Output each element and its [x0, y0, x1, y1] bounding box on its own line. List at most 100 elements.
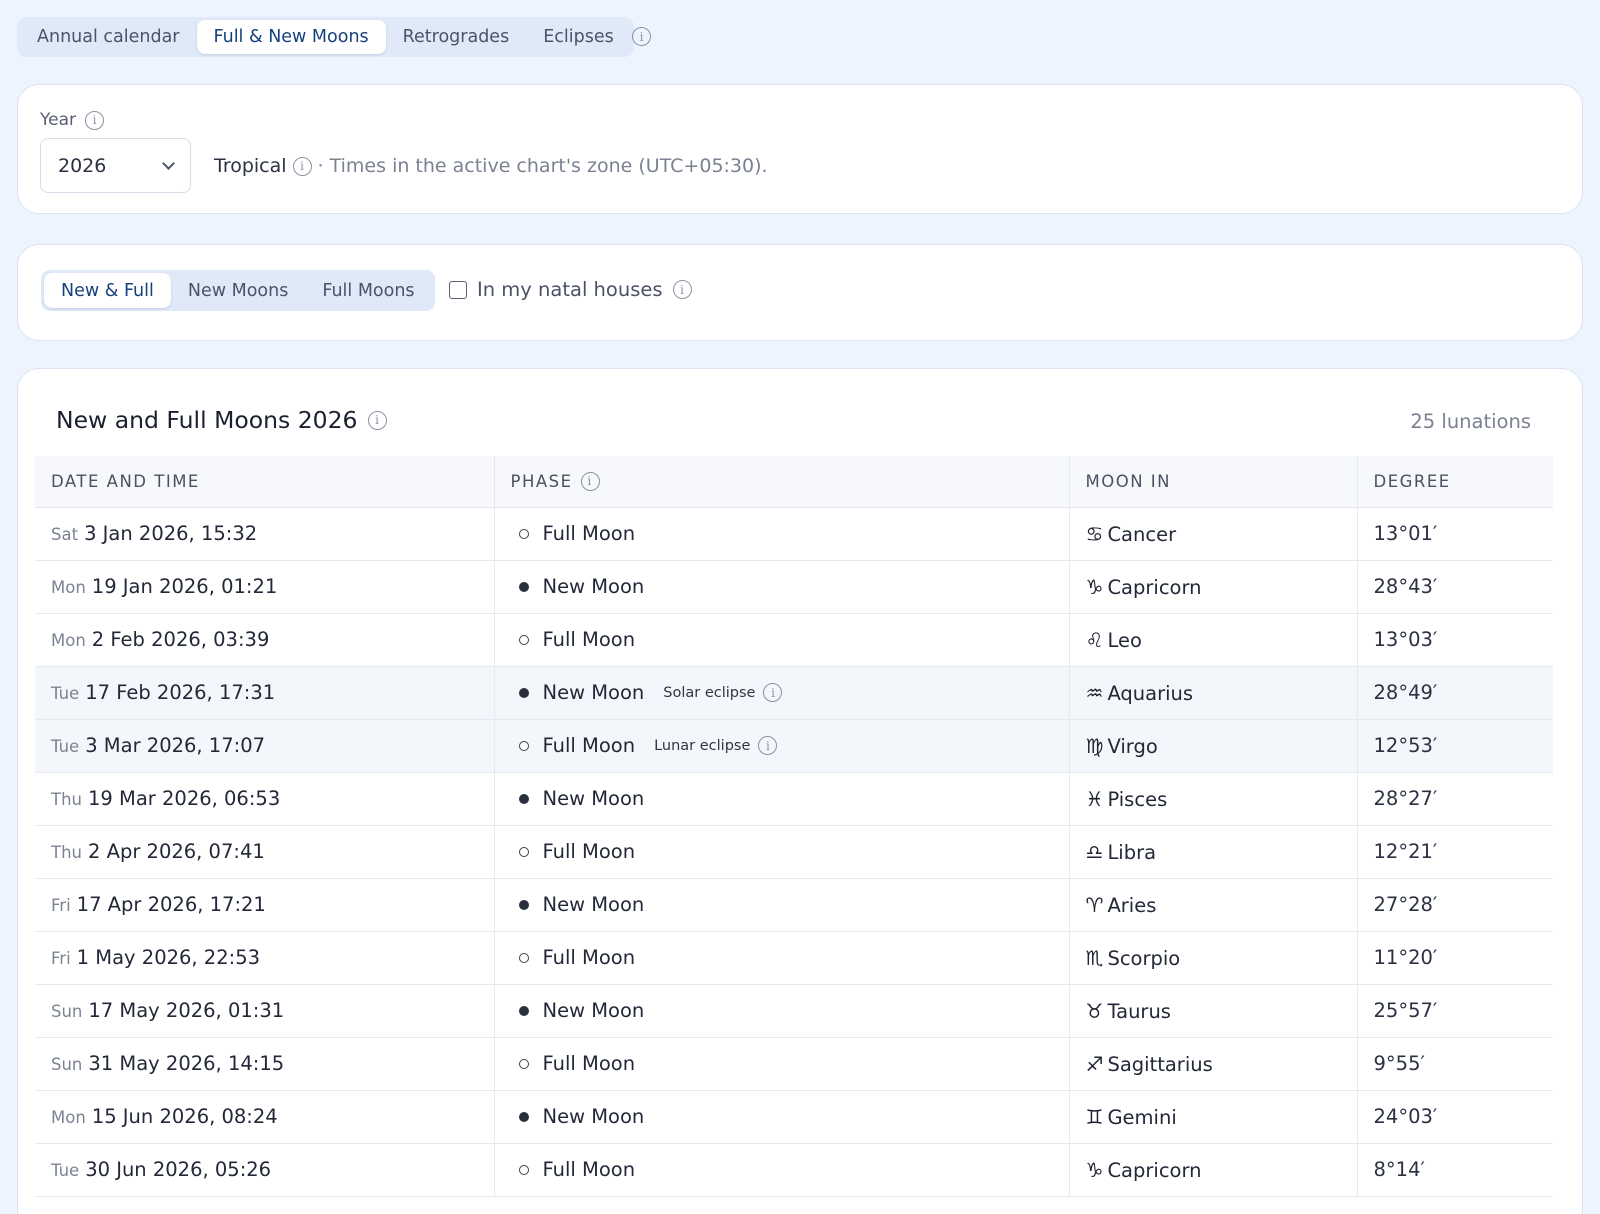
- phase-cell: New Moon: [493, 772, 1069, 826]
- degree-cell: 12°53′: [1356, 719, 1553, 773]
- weekday: Sun: [51, 1055, 83, 1074]
- zodiac-line: Tropical i · Times in the active chart's…: [214, 155, 768, 177]
- tab-eclipses[interactable]: Eclipses: [526, 20, 631, 54]
- phase-cell: New Moon: [493, 1090, 1069, 1144]
- degree-cell: 12°21′: [1356, 825, 1553, 879]
- zodiac-sign-icon: ♑: [1085, 574, 1104, 599]
- table-row[interactable]: Thu 19 Mar 2026, 06:53 New Moon ♓ Pisces 28°2…: [35, 772, 1553, 826]
- weekday: Mon: [51, 578, 86, 597]
- sign-name: Taurus: [1107, 999, 1171, 1023]
- weekday: Tue: [51, 1161, 80, 1180]
- year-label-row: Year i: [40, 110, 104, 130]
- degree-value: 28°49′: [1373, 681, 1438, 704]
- phase-cell: New Moon Solar eclipse i: [493, 666, 1069, 720]
- zodiac-sign-icon: ♐: [1085, 1051, 1104, 1076]
- eclipse-tag: Lunar eclipse i: [654, 736, 778, 755]
- natal-houses-label: In my natal houses: [477, 278, 663, 301]
- table-row[interactable]: Tue 3 Mar 2026, 17:07 Full Moon Lunar eclip…: [35, 719, 1553, 773]
- date-time: 19 Jan 2026, 01:21: [91, 575, 278, 598]
- degree-value: 27°28′: [1373, 893, 1438, 916]
- table-row[interactable]: Fri 17 Apr 2026, 17:21 New Moon ♈ Aries 27°28…: [35, 878, 1553, 932]
- table-row[interactable]: Sun 31 May 2026, 14:15 Full Moon ♐ Sagittari…: [35, 1037, 1553, 1091]
- filter-new-moons[interactable]: New Moons: [171, 273, 305, 308]
- eclipse-label: Solar eclipse: [663, 684, 756, 701]
- date-time: 17 Apr 2026, 17:21: [76, 893, 266, 916]
- sign-cell: ♎ Libra: [1068, 825, 1357, 879]
- filter-card: New & Full New Moons Full Moons In my na…: [17, 244, 1583, 341]
- sign-name: Aries: [1107, 893, 1157, 917]
- weekday: Sun: [51, 1002, 83, 1021]
- table-row[interactable]: Mon 19 Jan 2026, 01:21 New Moon ♑ Capricorn 2…: [35, 560, 1553, 614]
- header-phase[interactable]: PHASE i: [493, 456, 1069, 508]
- natal-houses-checkbox[interactable]: [449, 280, 467, 299]
- phase-label: New Moon: [542, 575, 645, 598]
- weekday: Mon: [51, 1108, 86, 1127]
- title-info-icon[interactable]: i: [367, 410, 387, 430]
- phase-cell: Full Moon: [493, 1143, 1069, 1197]
- sign-name: Gemini: [1107, 1105, 1177, 1129]
- year-label: Year: [40, 110, 76, 130]
- year-info-icon[interactable]: i: [85, 110, 104, 130]
- phase-label: New Moon: [542, 893, 645, 916]
- new-moon-icon: [518, 1005, 529, 1016]
- tab-full-new-moons[interactable]: Full & New Moons: [196, 20, 386, 54]
- sign-name: Sagittarius: [1107, 1052, 1213, 1076]
- sign-name: Capricorn: [1107, 1158, 1202, 1182]
- table-row[interactable]: Mon 2 Feb 2026, 03:39 Full Moon ♌ Leo 13°03′: [35, 613, 1553, 667]
- full-moon-icon: [518, 528, 529, 539]
- year-select[interactable]: 2026: [40, 138, 191, 193]
- date-cell: Mon 15 Jun 2026, 08:24: [35, 1090, 494, 1144]
- date-cell: Fri 17 Apr 2026, 17:21: [35, 878, 494, 932]
- date-cell: Tue 17 Feb 2026, 17:31: [35, 666, 494, 720]
- table-row[interactable]: Mon 15 Jun 2026, 08:24 New Moon ♊ Gemini 24°0…: [35, 1090, 1553, 1144]
- phase-cell: Full Moon: [493, 613, 1069, 667]
- degree-value: 13°01′: [1373, 522, 1438, 545]
- date-time: 31 May 2026, 14:15: [88, 1052, 285, 1075]
- date-cell: Mon 2 Feb 2026, 03:39: [35, 613, 494, 667]
- degree-value: 28°27′: [1373, 787, 1438, 810]
- table-row[interactable]: Tue 30 Jun 2026, 05:26 Full Moon ♑ Capricorn…: [35, 1143, 1553, 1197]
- table-row[interactable]: Thu 2 Apr 2026, 07:41 Full Moon ♎ Libra 12°21…: [35, 825, 1553, 879]
- lunations-table: DATE AND TIME PHASE i MOON IN DEGREE Sat 3…: [35, 456, 1553, 1197]
- filter-full-moons[interactable]: Full Moons: [305, 273, 431, 308]
- phase-info-icon[interactable]: i: [580, 471, 600, 491]
- date-cell: Tue 30 Jun 2026, 05:26: [35, 1143, 494, 1197]
- header-degree[interactable]: DEGREE: [1356, 456, 1553, 508]
- new-moon-icon: [518, 793, 529, 804]
- filter-tab-bar: New & Full New Moons Full Moons: [41, 270, 435, 311]
- degree-cell: 27°28′: [1356, 878, 1553, 932]
- degree-value: 13°03′: [1373, 628, 1438, 651]
- table-row[interactable]: Sat 3 Jan 2026, 15:32 Full Moon ♋ Cancer 13°0…: [35, 507, 1553, 561]
- sign-cell: ♍ Virgo: [1068, 719, 1357, 773]
- full-moon-icon: [518, 634, 529, 645]
- sign-name: Cancer: [1107, 522, 1177, 546]
- date-time: 15 Jun 2026, 08:24: [91, 1105, 278, 1128]
- tabs-info-icon[interactable]: i: [632, 27, 651, 46]
- phase-cell: New Moon: [493, 984, 1069, 1038]
- sign-cell: ♈ Aries: [1068, 878, 1357, 932]
- table-row[interactable]: Fri 1 May 2026, 22:53 Full Moon ♏ Scorpio 11°…: [35, 931, 1553, 985]
- phase-label: Full Moon: [542, 840, 636, 863]
- full-moon-icon: [518, 1164, 529, 1175]
- filter-new-full[interactable]: New & Full: [44, 273, 171, 308]
- degree-cell: 28°49′: [1356, 666, 1553, 720]
- table-body: Sat 3 Jan 2026, 15:32 Full Moon ♋ Cancer 13°0…: [35, 507, 1553, 1197]
- phase-cell: Full Moon: [493, 507, 1069, 561]
- phase-label: New Moon: [542, 1105, 645, 1128]
- eclipse-info-icon[interactable]: i: [763, 683, 783, 702]
- table-row[interactable]: Tue 17 Feb 2026, 17:31 New Moon Solar eclip…: [35, 666, 1553, 720]
- page: Annual calendar Full & New Moons Retrogr…: [0, 0, 1600, 1214]
- eclipse-info-icon[interactable]: i: [758, 736, 778, 755]
- table-row[interactable]: Sun 17 May 2026, 01:31 New Moon ♉ Taurus 25°5…: [35, 984, 1553, 1038]
- zodiac-info-icon[interactable]: i: [292, 156, 312, 176]
- header-date[interactable]: DATE AND TIME: [35, 456, 494, 508]
- tab-annual-calendar[interactable]: Annual calendar: [20, 20, 197, 54]
- natal-houses-toggle[interactable]: In my natal houses i: [449, 278, 692, 301]
- tab-retrogrades[interactable]: Retrogrades: [386, 20, 527, 54]
- full-moon-icon: [518, 1058, 529, 1069]
- zodiac-sign-icon: ♋: [1085, 521, 1104, 546]
- header-moon-in[interactable]: MOON IN: [1068, 456, 1357, 508]
- phase-label: Full Moon: [542, 1052, 636, 1075]
- weekday: Tue: [51, 684, 80, 703]
- natal-info-icon[interactable]: i: [672, 280, 692, 299]
